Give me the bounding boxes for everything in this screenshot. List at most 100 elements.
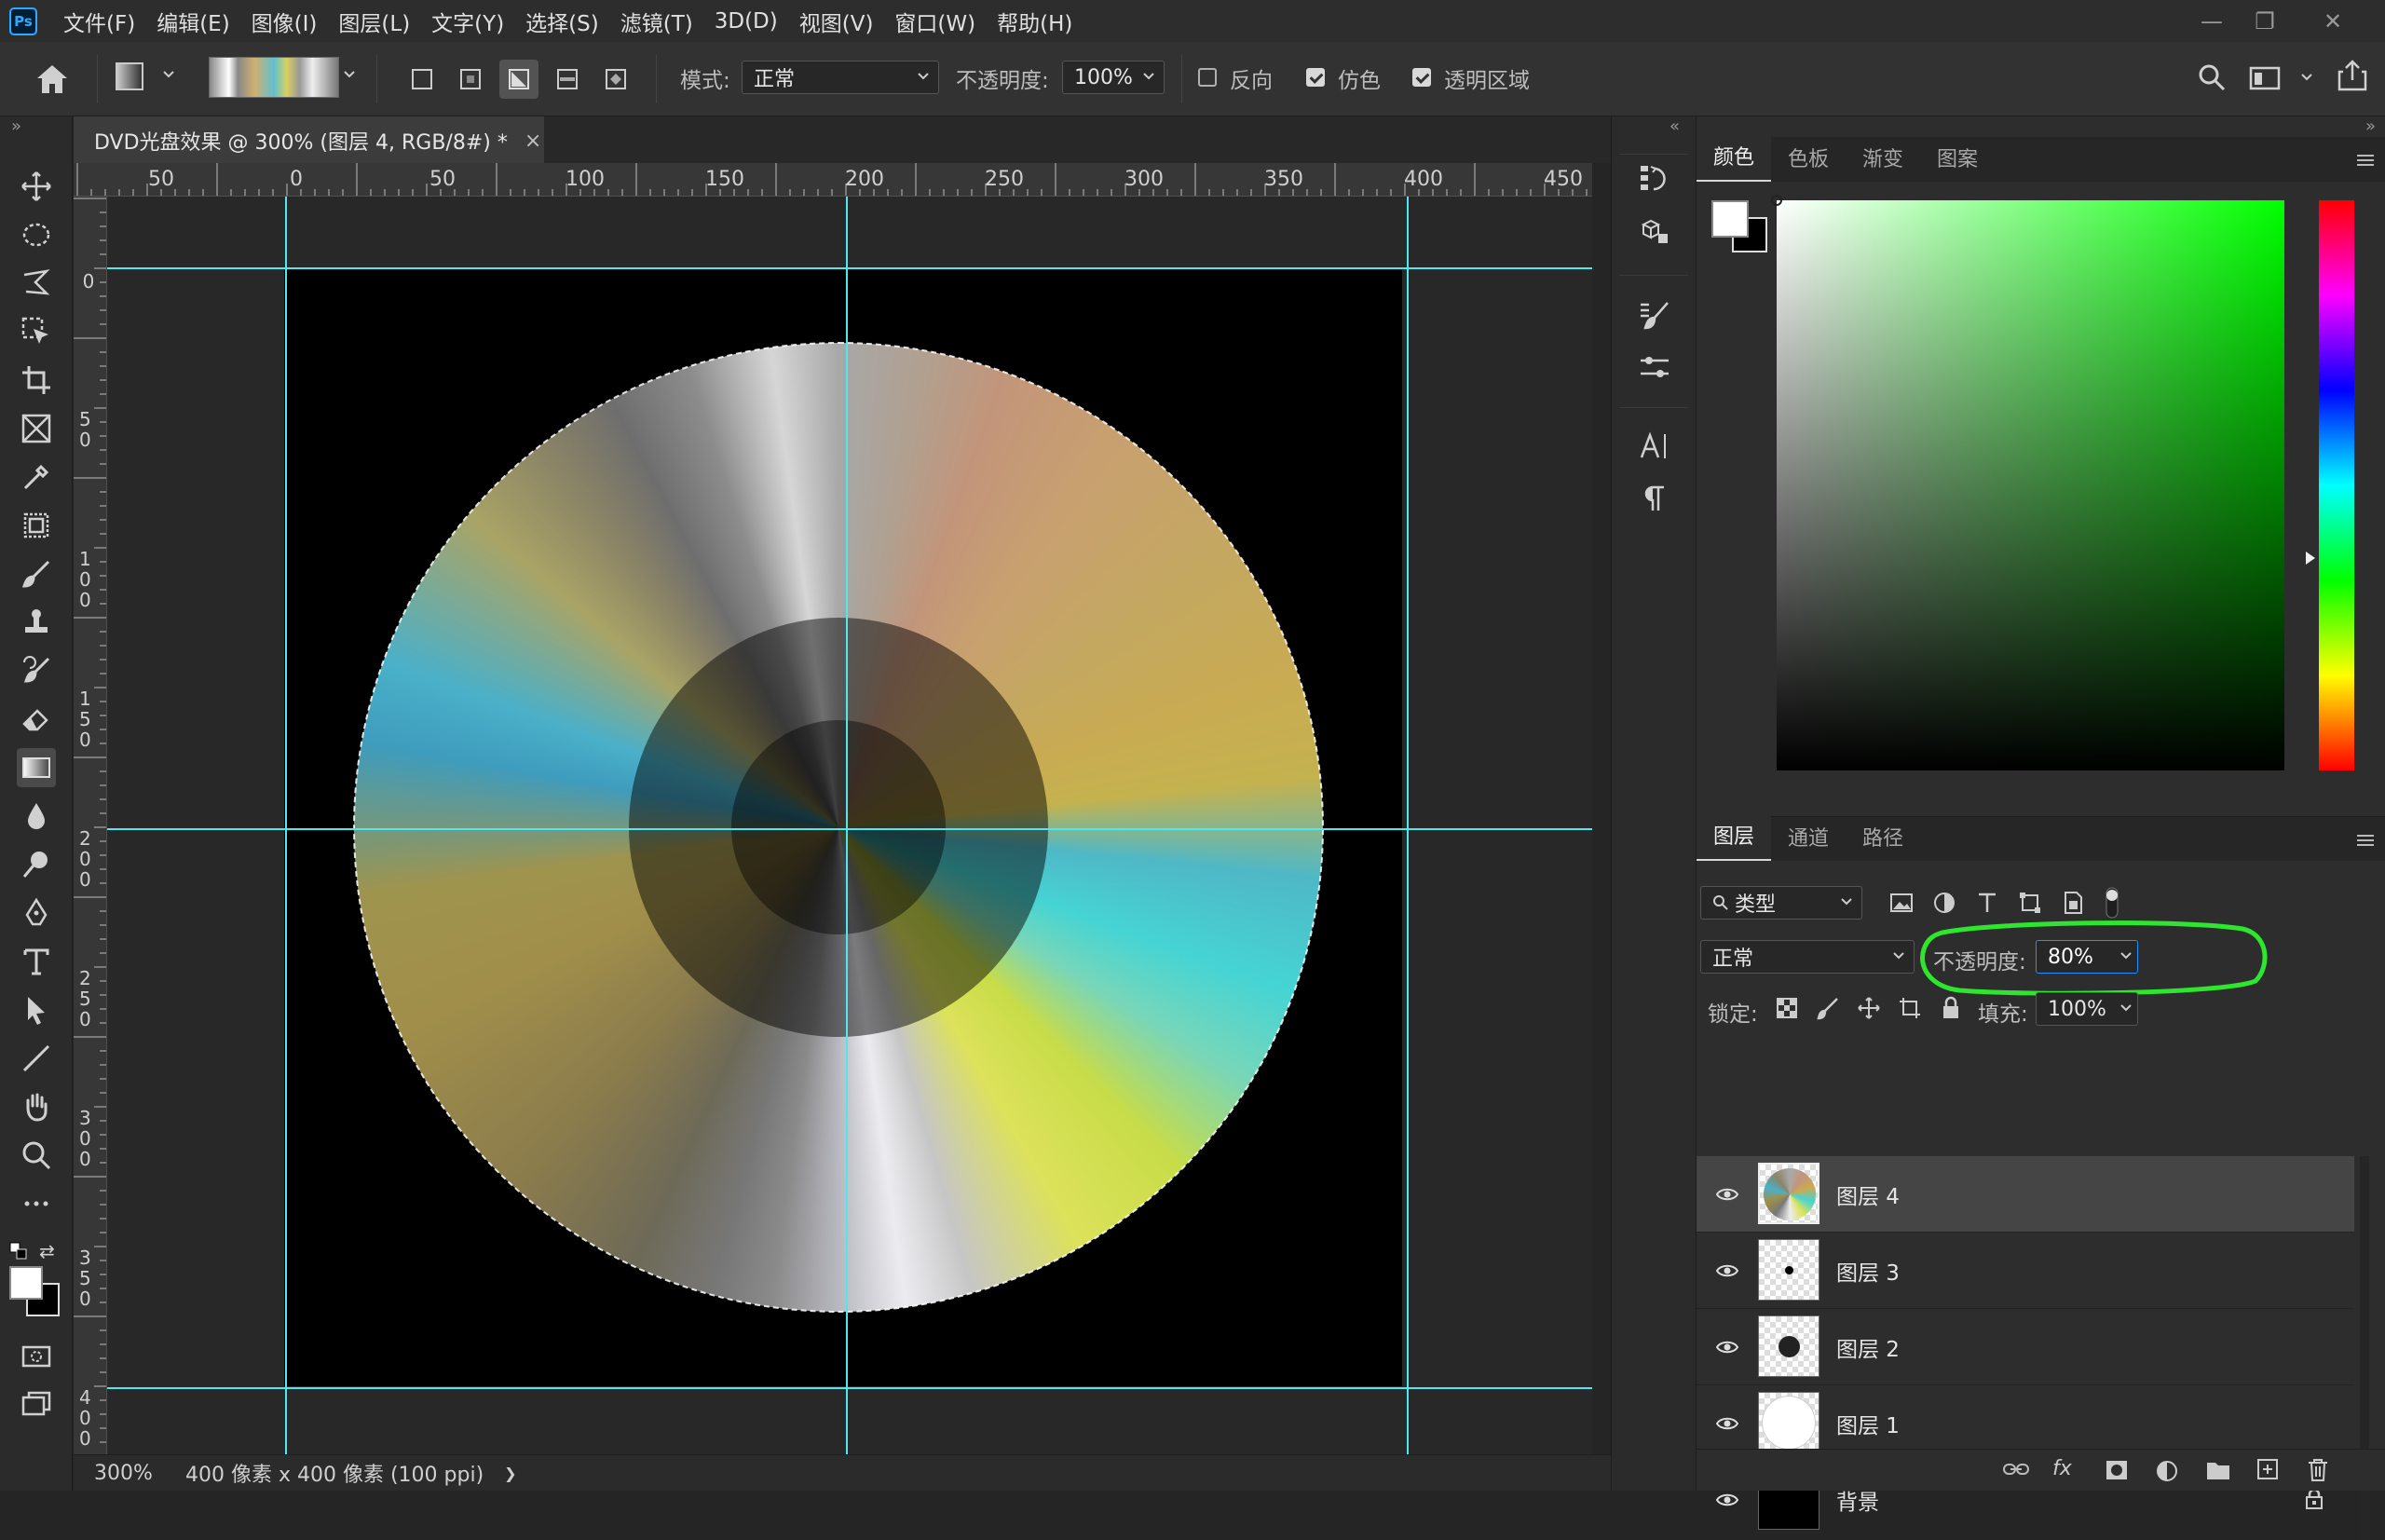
- transparency-checkbox[interactable]: [1412, 68, 1431, 87]
- linear-gradient-icon[interactable]: [402, 60, 442, 99]
- collapse-dock-icon[interactable]: «: [1670, 116, 1680, 136]
- color-field[interactable]: [1771, 195, 2284, 770]
- filter-pixel-icon[interactable]: [1888, 890, 1915, 916]
- lock-position-icon[interactable]: [1857, 996, 1881, 1020]
- filter-smart-object-icon[interactable]: [2060, 890, 2086, 916]
- type-tool-icon[interactable]: [17, 942, 56, 981]
- history-brush-tool-icon[interactable]: [17, 651, 56, 690]
- eye-icon[interactable]: [1715, 1186, 1739, 1203]
- menu-help[interactable]: 帮助(H): [997, 6, 1072, 37]
- swap-colors-icon[interactable]: ⇄: [39, 1240, 55, 1262]
- layer-name[interactable]: 图层 4: [1836, 1179, 1900, 1210]
- guide-line[interactable]: [107, 267, 1592, 269]
- document-canvas[interactable]: [284, 268, 1402, 1386]
- blur-tool-icon[interactable]: [17, 797, 56, 836]
- mode-dropdown[interactable]: 正常: [742, 61, 939, 94]
- layer-row[interactable]: 图层 3: [1697, 1233, 2354, 1309]
- adjustments-panel-icon[interactable]: [1632, 346, 1677, 390]
- status-menu-arrow-icon[interactable]: ❯: [504, 1465, 516, 1482]
- history-panel-icon[interactable]: [1632, 156, 1677, 200]
- color-picker-cursor[interactable]: [1771, 195, 1782, 206]
- filter-adjustment-icon[interactable]: [1931, 890, 1957, 916]
- dvd-disc-graphic[interactable]: [353, 342, 1324, 1313]
- close-window-button[interactable]: ✕: [2307, 0, 2359, 42]
- tab-patterns[interactable]: 图案: [1920, 143, 1995, 182]
- workspace-icon[interactable]: [2249, 64, 2281, 92]
- tab-paths[interactable]: 路径: [1846, 822, 1920, 861]
- new-group-icon[interactable]: [2205, 1459, 2231, 1481]
- panel-menu-icon[interactable]: [2355, 834, 2376, 847]
- expand-panels-icon[interactable]: »: [2365, 116, 2376, 136]
- reflected-gradient-icon[interactable]: [548, 60, 587, 99]
- foreground-color-swatch[interactable]: [9, 1266, 43, 1300]
- guide-line[interactable]: [846, 197, 848, 1454]
- vertical-ruler[interactable]: 0 5 0 1 0 0 1 5 0 2 0 0 2 5 0 3 0 0 3 5 …: [74, 197, 107, 1454]
- tab-color[interactable]: 颜色: [1697, 131, 1772, 182]
- minimize-button[interactable]: —: [2186, 0, 2238, 42]
- new-layer-icon[interactable]: [2256, 1457, 2280, 1481]
- close-tab-icon[interactable]: ×: [525, 129, 541, 153]
- more-tools-icon[interactable]: [17, 1184, 56, 1223]
- foreground-color-swatch[interactable]: [1711, 200, 1749, 238]
- crop-tool-icon[interactable]: [17, 361, 56, 400]
- chevron-down-icon[interactable]: [162, 68, 175, 81]
- menu-image[interactable]: 图像(I): [252, 6, 318, 37]
- horizontal-ruler[interactable]: 50 0 50 100 150 200 250 300 350 400 450: [74, 163, 1592, 197]
- layer-filter-dropdown[interactable]: 类型: [1700, 886, 1862, 920]
- document-tab[interactable]: DVD光盘效果 @ 300% (图层 4, RGB/8#) * ×: [74, 116, 544, 163]
- tab-layers[interactable]: 图层: [1697, 811, 1772, 861]
- radial-gradient-icon[interactable]: [451, 60, 490, 99]
- layer-name[interactable]: 图层 2: [1836, 1331, 1900, 1363]
- menu-type[interactable]: 文字(Y): [431, 6, 504, 37]
- angle-gradient-icon[interactable]: [499, 60, 538, 99]
- zoom-tool-icon[interactable]: [17, 1136, 56, 1175]
- menu-layer[interactable]: 图层(L): [338, 6, 410, 37]
- menu-select[interactable]: 选择(S): [525, 6, 599, 37]
- lock-icon[interactable]: [2304, 1488, 2324, 1510]
- tab-gradients[interactable]: 渐变: [1846, 143, 1920, 182]
- menu-3d[interactable]: 3D(D): [715, 9, 778, 34]
- hand-tool-icon[interactable]: [17, 1087, 56, 1126]
- menu-edit[interactable]: 编辑(E): [157, 6, 229, 37]
- marquee-tool-icon[interactable]: [17, 215, 56, 254]
- panel-menu-icon[interactable]: [2355, 154, 2376, 167]
- fill-field[interactable]: 100%: [2036, 992, 2138, 1026]
- guide-line[interactable]: [285, 197, 287, 1454]
- tool-preset-icon[interactable]: [116, 62, 143, 90]
- guide-line[interactable]: [1407, 197, 1409, 1454]
- opacity-field[interactable]: 100%: [1062, 61, 1165, 94]
- guide-line[interactable]: [107, 1387, 1592, 1389]
- gradient-preview[interactable]: [209, 57, 339, 98]
- paragraph-panel-icon[interactable]: [1632, 476, 1677, 521]
- layer-name[interactable]: 图层 1: [1836, 1408, 1900, 1439]
- diamond-gradient-icon[interactable]: [596, 60, 635, 99]
- brush-settings-icon[interactable]: [1632, 293, 1677, 338]
- layer-name[interactable]: 图层 3: [1836, 1255, 1900, 1287]
- pen-tool-icon[interactable]: [17, 893, 56, 933]
- stamp-tool-icon[interactable]: [17, 603, 56, 642]
- adjustment-layer-icon[interactable]: [2155, 1459, 2179, 1483]
- healing-brush-tool-icon[interactable]: [17, 506, 56, 545]
- filter-shape-icon[interactable]: [2017, 890, 2043, 916]
- dodge-tool-icon[interactable]: [17, 845, 56, 884]
- layer-row[interactable]: 图层 2: [1697, 1309, 2354, 1385]
- chevron-down-icon[interactable]: [2299, 70, 2314, 85]
- screen-mode-icon[interactable]: [17, 1385, 56, 1424]
- photoshop-logo-icon[interactable]: Ps: [9, 7, 37, 35]
- eye-icon[interactable]: [1715, 1492, 1739, 1508]
- delete-layer-icon[interactable]: [2306, 1457, 2330, 1483]
- lock-transparent-icon[interactable]: [1775, 996, 1799, 1020]
- layer-row[interactable]: 图层 4: [1697, 1156, 2354, 1233]
- lock-all-icon[interactable]: [1939, 996, 1963, 1020]
- add-mask-icon[interactable]: [2105, 1459, 2129, 1481]
- eyedropper-tool-icon[interactable]: [17, 457, 56, 497]
- object-select-tool-icon[interactable]: [17, 312, 56, 351]
- expand-toolbar-icon[interactable]: »: [11, 116, 21, 136]
- home-icon[interactable]: [34, 62, 71, 96]
- eye-icon[interactable]: [1715, 1262, 1739, 1279]
- dither-checkbox[interactable]: [1306, 68, 1325, 87]
- hue-slider[interactable]: [2319, 200, 2354, 770]
- 3d-panel-icon[interactable]: [1632, 210, 1677, 254]
- tab-swatches[interactable]: 色板: [1771, 143, 1846, 182]
- lock-pixels-icon[interactable]: [1816, 996, 1840, 1020]
